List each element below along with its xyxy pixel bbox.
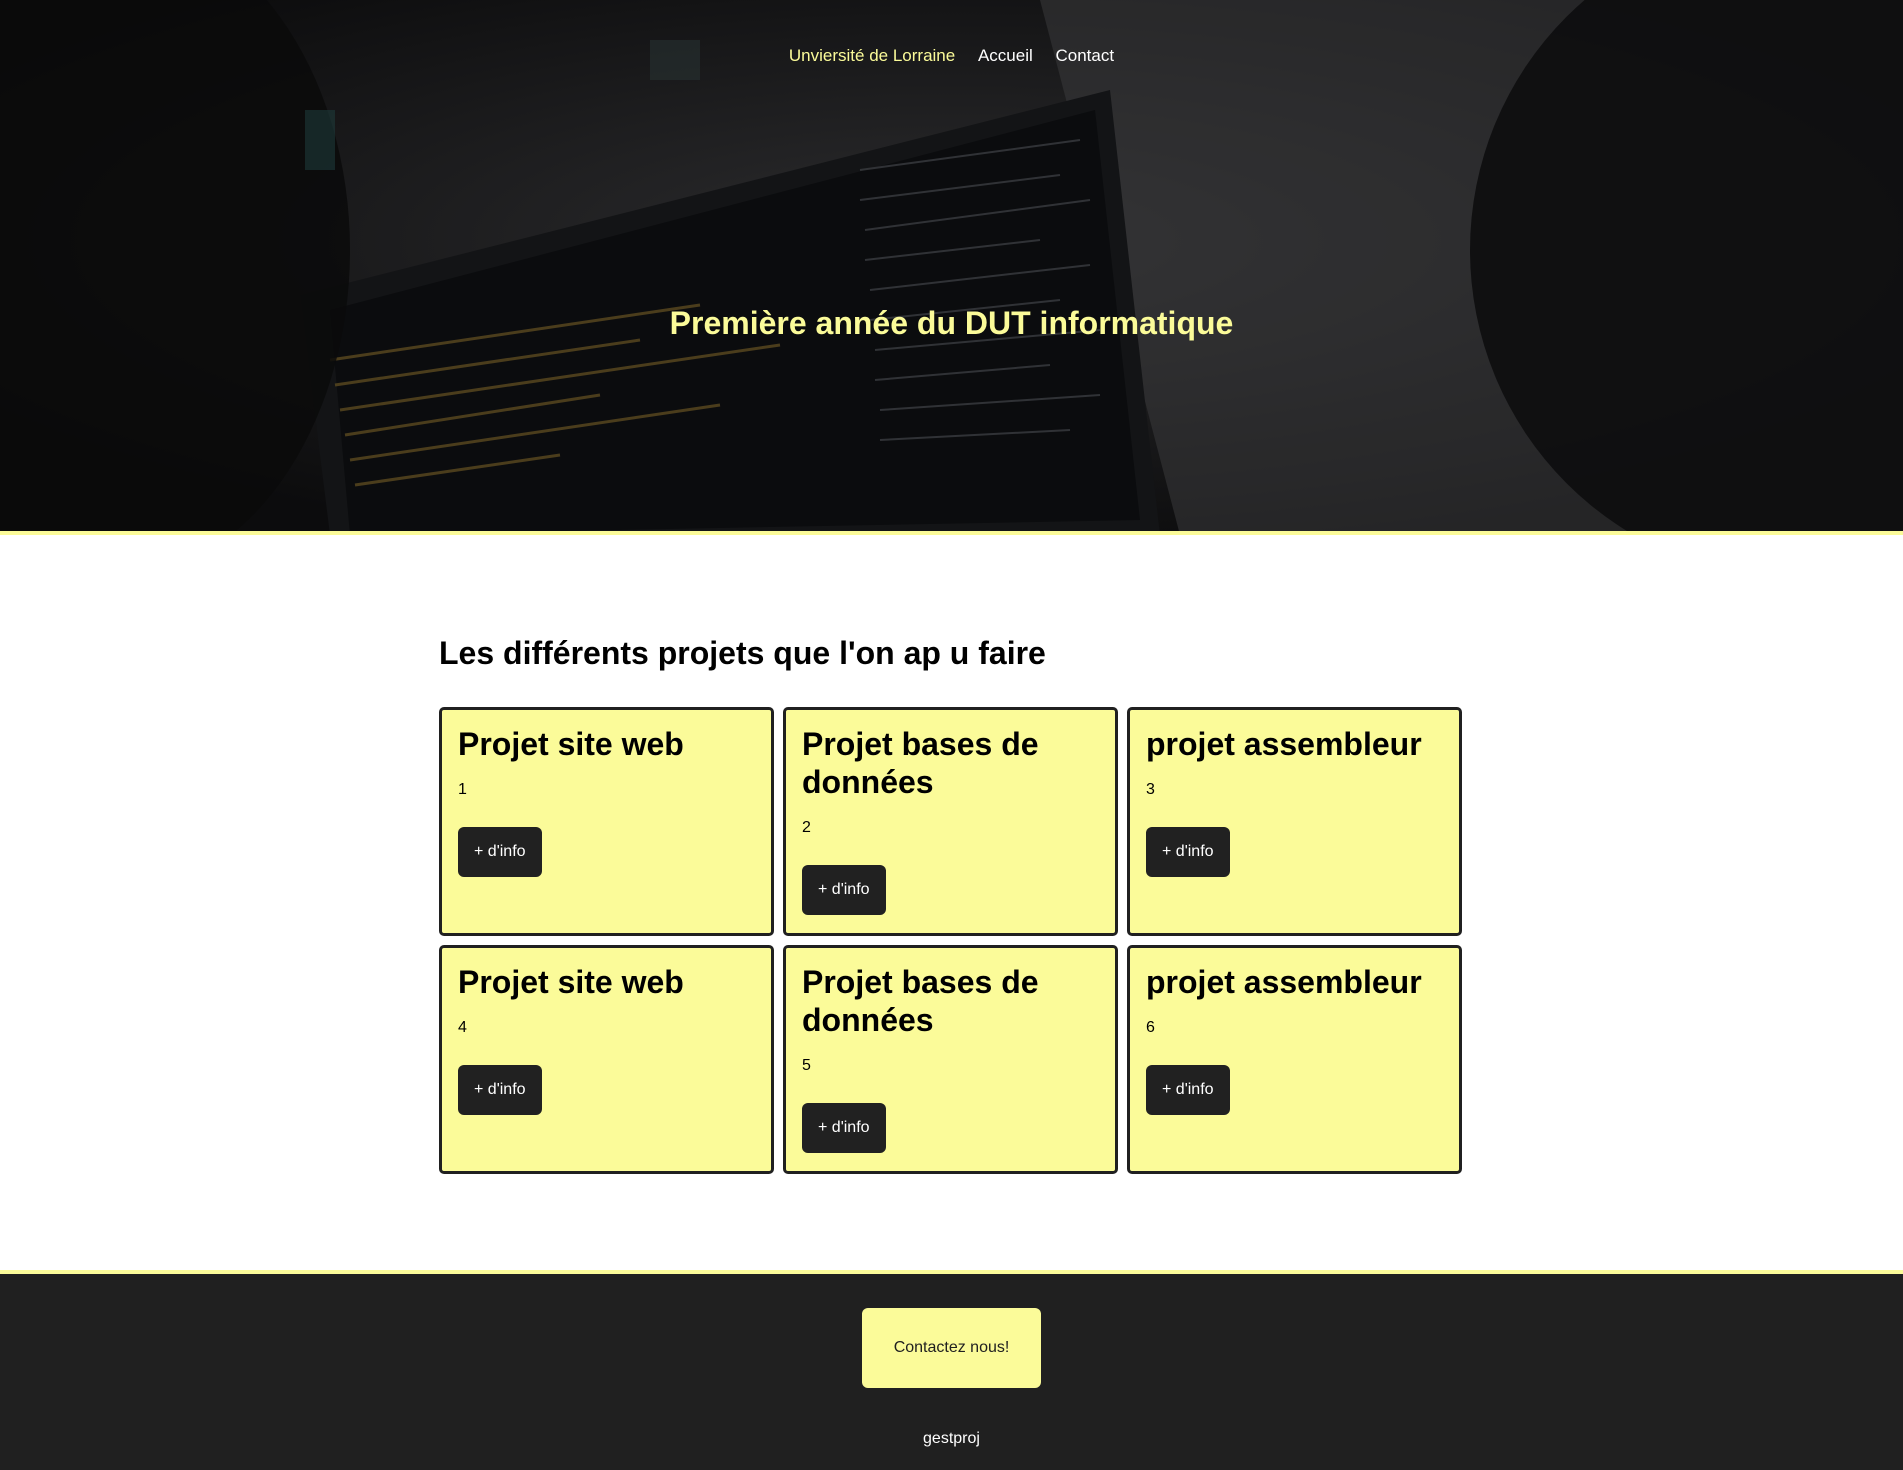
project-card-number: 2 xyxy=(802,819,811,836)
nav-item-accueil[interactable]: Accueil xyxy=(978,46,1033,65)
nav-brand-link[interactable]: Unviersité de Lorraine xyxy=(789,46,955,65)
projects-section: Les différents projets que l'on ap u fai… xyxy=(439,535,1464,1174)
project-card: projet assembleur 3 + d'info xyxy=(1127,707,1462,936)
project-card-title: projet assembleur xyxy=(1146,726,1422,762)
project-card-title: Projet bases de données xyxy=(802,726,1039,800)
project-card-title: Projet bases de données xyxy=(802,964,1039,1038)
project-card: Projet site web 1 + d'info xyxy=(439,707,774,936)
more-info-button[interactable]: + d'info xyxy=(458,827,542,877)
site-footer: Contactez nous! gestproj xyxy=(0,1270,1903,1470)
project-card-number: 1 xyxy=(458,781,467,798)
contact-button[interactable]: Contactez nous! xyxy=(862,1308,1041,1388)
hero-banner: Unviersité de Lorraine Accueil Contact P… xyxy=(0,0,1903,535)
project-card-number: 4 xyxy=(458,1019,467,1036)
footer-text: gestproj xyxy=(923,1430,980,1447)
project-card: Projet bases de données 5 + d'info xyxy=(783,945,1118,1174)
project-card-number: 6 xyxy=(1146,1019,1155,1036)
nav-item-contact[interactable]: Contact xyxy=(1056,46,1115,65)
more-info-button[interactable]: + d'info xyxy=(1146,827,1230,877)
more-info-button[interactable]: + d'info xyxy=(802,1103,886,1153)
projects-heading: Les différents projets que l'on ap u fai… xyxy=(439,635,1046,671)
more-info-button[interactable]: + d'info xyxy=(1146,1065,1230,1115)
project-card: Projet bases de données 2 + d'info xyxy=(783,707,1118,936)
project-card-title: Projet site web xyxy=(458,964,684,1000)
more-info-button[interactable]: + d'info xyxy=(802,865,886,915)
project-card-title: projet assembleur xyxy=(1146,964,1422,1000)
project-card: Projet site web 4 + d'info xyxy=(439,945,774,1174)
more-info-button[interactable]: + d'info xyxy=(458,1065,542,1115)
hero-background-image xyxy=(0,0,1903,531)
project-card-title: Projet site web xyxy=(458,726,684,762)
hero-title: Première année du DUT informatique xyxy=(669,305,1234,341)
main-nav: Unviersité de Lorraine Accueil Contact xyxy=(0,46,1903,66)
project-card: projet assembleur 6 + d'info xyxy=(1127,945,1462,1174)
project-card-number: 5 xyxy=(802,1057,811,1074)
project-card-number: 3 xyxy=(1146,781,1155,798)
projects-grid: Projet site web 1 + d'info Projet bases … xyxy=(439,707,1464,1174)
